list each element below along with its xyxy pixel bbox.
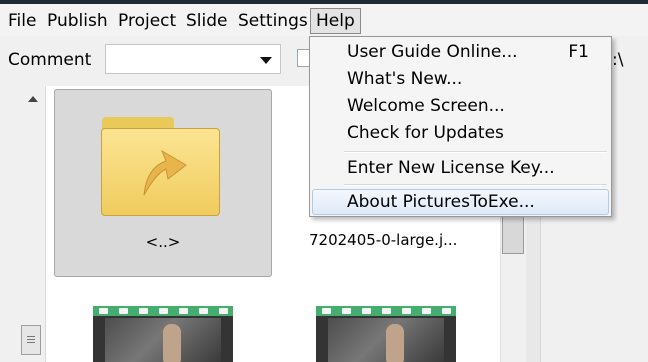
help-menu-dropdown: User Guide Online... F1 What's New... We… — [309, 36, 612, 217]
scroll-up-icon[interactable] — [28, 96, 38, 102]
path-text: :\ — [612, 50, 624, 70]
comment-combobox[interactable] — [105, 44, 281, 74]
menu-help[interactable]: Help — [310, 8, 361, 34]
menu-item-label: What's New... — [347, 69, 463, 89]
menu-item-label: Check for Updates — [347, 123, 504, 143]
folder-tree-pane — [0, 86, 46, 362]
menu-item-check-updates[interactable]: Check for Updates — [312, 120, 609, 146]
menu-project[interactable]: Project — [118, 8, 176, 34]
folder-up-label: <..> — [145, 233, 181, 251]
folder-body — [101, 128, 220, 216]
menu-item-welcome-screen[interactable]: Welcome Screen... — [312, 93, 609, 119]
menu-item-label: Welcome Screen... — [347, 96, 505, 116]
shortcut-label: F1 — [568, 42, 589, 62]
folder-up-tile[interactable]: <..> — [54, 89, 272, 277]
film-strip-icon[interactable] — [316, 306, 456, 362]
menu-item-whats-new[interactable]: What's New... — [312, 66, 609, 92]
menu-file[interactable]: File — [8, 8, 36, 34]
chevron-down-icon[interactable] — [260, 57, 272, 64]
menu-item-label: Enter New License Key... — [347, 158, 555, 178]
film-strip-icon[interactable] — [93, 306, 233, 362]
folder-up-arrow-icon — [143, 149, 187, 196]
menu-separator — [344, 151, 607, 153]
menu-bar: File Publish Project Slide Settings Help — [0, 4, 648, 36]
file-item-label[interactable]: 7202405-0-large.j... — [309, 231, 457, 249]
menu-item-enter-license[interactable]: Enter New License Key... — [312, 155, 609, 181]
left-scrollbar-thumb[interactable] — [21, 325, 41, 355]
menu-item-user-guide[interactable]: User Guide Online... F1 — [312, 39, 609, 65]
menu-item-label: User Guide Online... — [347, 42, 518, 62]
menu-item-about[interactable]: About PicturesToExe... — [312, 189, 609, 215]
menu-slide[interactable]: Slide — [186, 8, 228, 34]
comment-label: Comment — [8, 50, 92, 70]
menu-separator — [344, 184, 607, 186]
menu-item-label: About PicturesToExe... — [347, 192, 535, 212]
menu-publish[interactable]: Publish — [47, 8, 108, 34]
menu-settings[interactable]: Settings — [238, 8, 308, 34]
